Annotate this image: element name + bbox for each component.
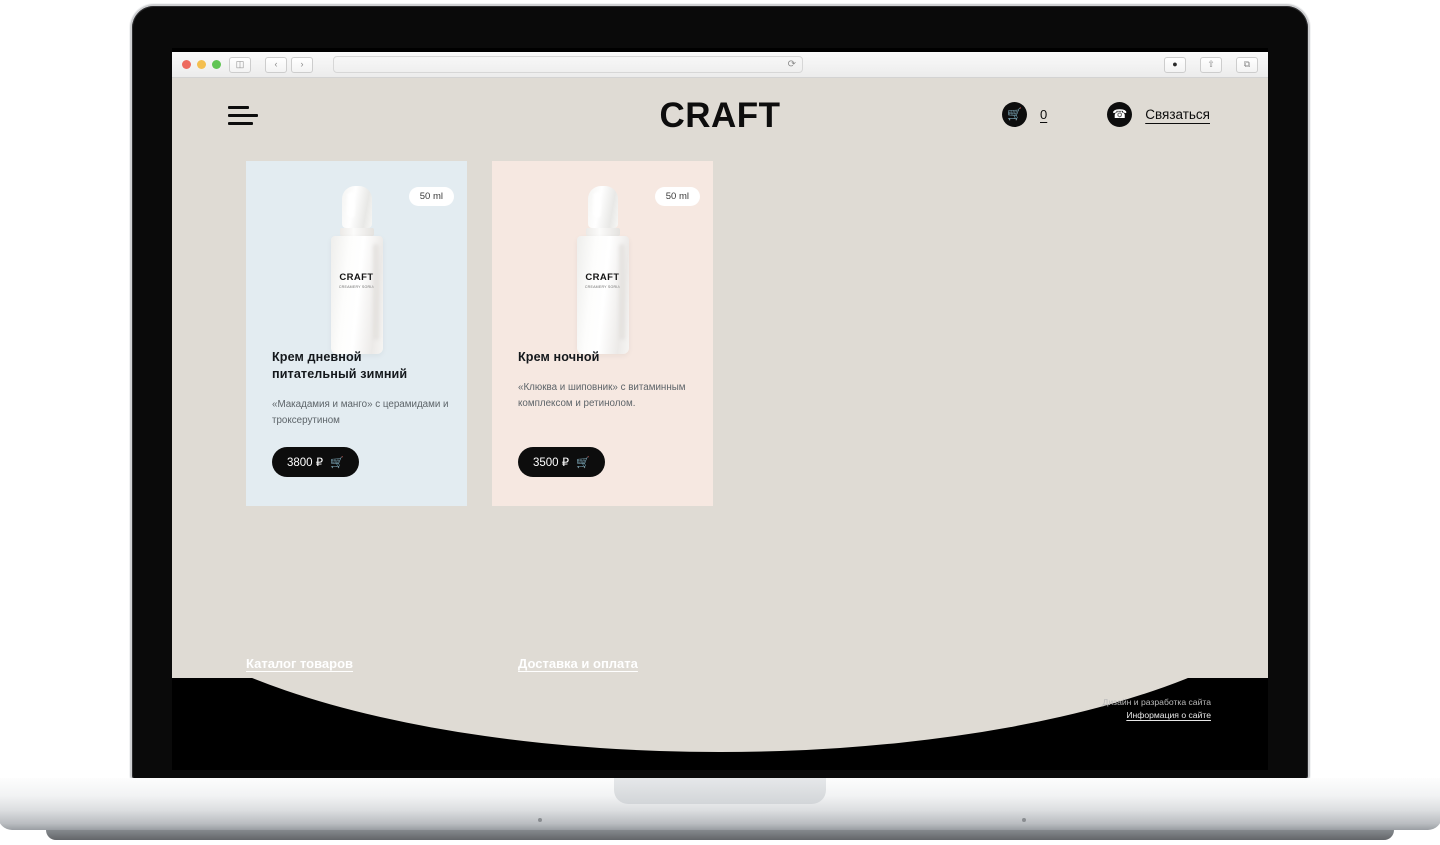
share-icon[interactable]: ⇧ <box>1200 56 1222 73</box>
laptop-mockup-stage: ◫ ‹ › ⟳ ● ⇧ ⧉ CRAFT 🛒 0 ☎ Связаться 50 m… <box>0 0 1440 845</box>
footer-link-delivery[interactable]: Доставка и оплата <box>518 656 638 671</box>
maximize-window-button[interactable] <box>212 60 221 69</box>
tabs-overview-icon[interactable]: ⧉ <box>1236 56 1258 73</box>
laptop-foot-right <box>1022 818 1026 822</box>
laptop-foot-left <box>538 818 542 822</box>
laptop-screen: ◫ ‹ › ⟳ ● ⇧ ⧉ CRAFT 🛒 0 ☎ Связаться 50 m… <box>172 48 1268 770</box>
close-window-button[interactable] <box>182 60 191 69</box>
bottle-body: CRAFT CREAMERY SORIA <box>576 236 629 354</box>
contact-link[interactable]: Связаться <box>1145 107 1210 122</box>
product-card[interactable]: 50 ml CRAFT CREAMERY SORIA <box>492 161 713 506</box>
bottle-pump-cap <box>341 186 372 228</box>
browser-toolbar: ◫ ‹ › ⟳ ● ⇧ ⧉ <box>172 52 1268 78</box>
bottle-label: CRAFT CREAMERY SORIA <box>577 272 629 290</box>
product-title: Крем дневной питательный зимний <box>272 350 408 381</box>
product-price: 3500 ₽ <box>533 457 570 469</box>
cart-icon: 🛒 <box>576 456 590 469</box>
footer-links: Каталог товаров Доставка и оплата <box>246 656 638 671</box>
minimize-window-button[interactable] <box>197 60 206 69</box>
bottle-pump-cap <box>587 186 618 228</box>
site-header: CRAFT 🛒 0 ☎ Связаться <box>172 78 1268 150</box>
footer-link-catalog[interactable]: Каталог товаров <box>246 656 353 671</box>
reload-icon[interactable]: ⟳ <box>788 59 796 70</box>
webpage-content: CRAFT 🛒 0 ☎ Связаться 50 ml CRAFT CREAME… <box>172 78 1268 770</box>
product-description: «Макадамия и манго» с церамидами и трокс… <box>272 399 449 426</box>
browser-window: ◫ ‹ › ⟳ ● ⇧ ⧉ CRAFT 🛒 0 ☎ Связаться 50 m… <box>172 48 1268 770</box>
contact-group[interactable]: ☎ Связаться <box>1107 101 1210 127</box>
bottle-sub-text: CREAMERY SORIA <box>584 285 621 289</box>
bottle-body: CRAFT CREAMERY SORIA <box>330 236 383 354</box>
product-card-list: 50 ml CRAFT CREAMERY SORIA Крем дневной … <box>246 161 713 506</box>
address-bar[interactable]: ⟳ <box>333 56 803 73</box>
cart-count[interactable]: 0 <box>1040 107 1047 122</box>
browser-toolbar-actions: ● ⇧ ⧉ <box>1156 56 1258 73</box>
bottle-brand-text: CRAFT <box>339 272 374 283</box>
product-image-bottle: CRAFT CREAMERY SORIA <box>330 186 383 354</box>
cart-group[interactable]: 🛒 0 <box>1002 101 1047 127</box>
site-footer: Каталог товаров Доставка и оплата Дизайн… <box>172 570 1268 770</box>
product-price: 3800 ₽ <box>287 457 324 469</box>
bottle-neck <box>585 228 620 236</box>
footer-credits: Дизайн и разработка сайта Информация о с… <box>1103 694 1211 720</box>
browser-nav-group: ‹ › <box>261 56 313 73</box>
menu-line-1 <box>228 105 249 109</box>
header-actions: 🛒 0 ☎ Связаться <box>1002 101 1210 127</box>
bottle-neck <box>339 228 374 236</box>
product-title: Крем ночной <box>518 350 600 364</box>
site-info-link[interactable]: Информация о сайте <box>1103 710 1211 720</box>
product-description: «Клюква и шиповник» с витаминным комплек… <box>518 382 686 409</box>
add-to-cart-button[interactable]: 3800 ₽ 🛒 <box>272 447 359 477</box>
downloads-icon[interactable]: ● <box>1164 56 1186 73</box>
bottle-sub-text: CREAMERY SORIA <box>338 285 375 289</box>
add-to-cart-button[interactable]: 3500 ₽ 🛒 <box>518 447 605 477</box>
bottle-label: CRAFT CREAMERY SORIA <box>331 272 383 290</box>
menu-line-3 <box>228 121 253 125</box>
bottle-brand-text: CRAFT <box>585 272 620 283</box>
hamburger-menu-icon[interactable] <box>228 104 258 125</box>
menu-line-2 <box>228 113 258 117</box>
product-card[interactable]: 50 ml CRAFT CREAMERY SORIA <box>246 161 467 506</box>
laptop-base <box>0 778 1440 830</box>
sidebar-toggle-icon[interactable]: ◫ <box>229 56 251 73</box>
product-info: Крем ночной «Клюква и шиповник» с витами… <box>518 349 695 412</box>
page-title[interactable]: CRAFT <box>659 96 780 136</box>
laptop-lid: ◫ ‹ › ⟳ ● ⇧ ⧉ CRAFT 🛒 0 ☎ Связаться 50 m… <box>132 6 1308 781</box>
volume-badge: 50 ml <box>408 187 454 206</box>
back-button[interactable]: ‹ <box>265 56 287 73</box>
laptop-base-notch <box>614 778 826 804</box>
cart-icon: 🛒 <box>330 456 344 469</box>
volume-badge: 50 ml <box>654 187 700 206</box>
window-traffic-lights <box>182 60 221 69</box>
shopping-cart-icon[interactable]: 🛒 <box>1002 101 1027 127</box>
product-info: Крем дневной питательный зимний «Макадам… <box>272 349 449 429</box>
product-image-bottle: CRAFT CREAMERY SORIA <box>576 186 629 354</box>
forward-button[interactable]: › <box>291 56 313 73</box>
credit-text: Дизайн и разработка сайта <box>1102 697 1211 707</box>
phone-icon[interactable]: ☎ <box>1107 101 1133 127</box>
